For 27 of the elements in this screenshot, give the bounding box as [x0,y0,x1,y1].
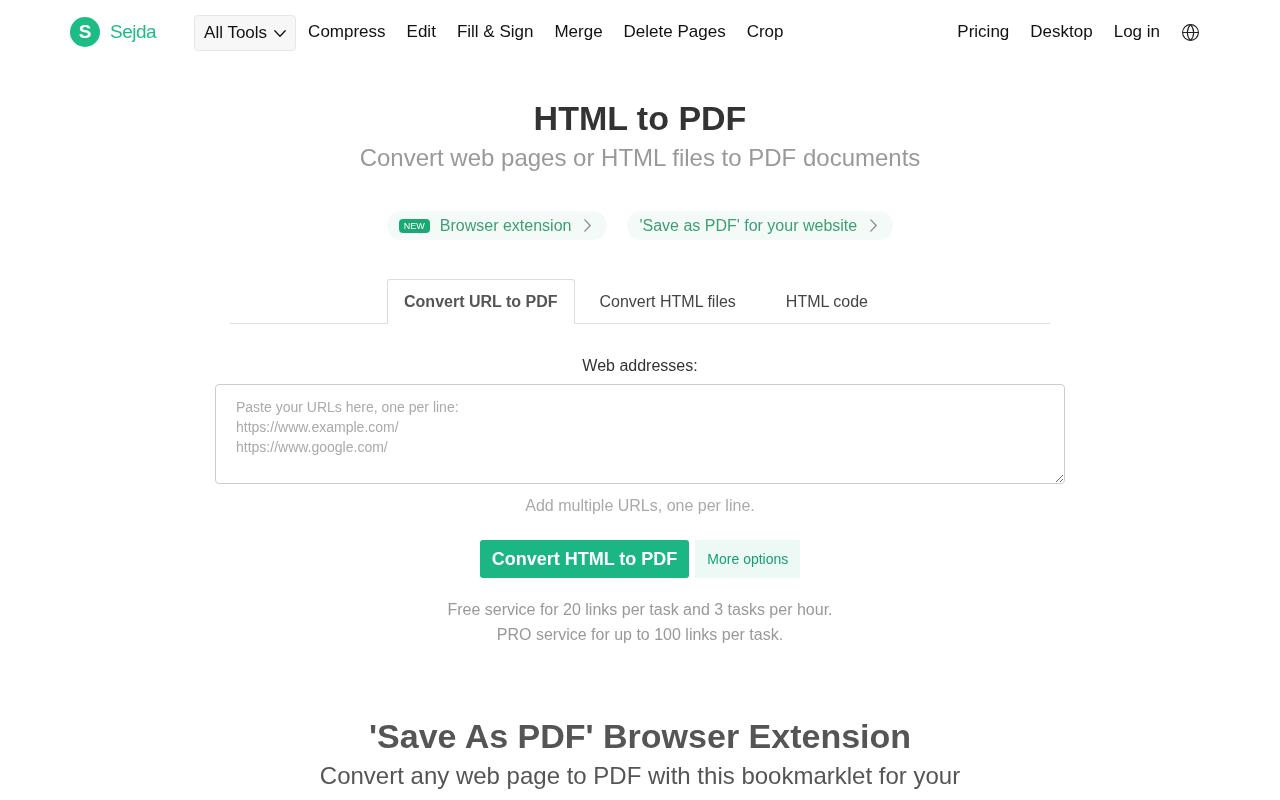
service-note: PRO service for up to 100 links per task. [496,625,784,645]
language-globe-icon[interactable] [1181,22,1200,42]
nav-link[interactable]: Delete Pages [623,19,726,45]
tab[interactable]: HTML code [760,279,893,324]
field-hint: Add multiple URLs, one per line. [525,496,755,516]
nav-link[interactable]: Log in [1113,19,1160,45]
nav-link[interactable]: Compress [308,19,386,45]
nav-link[interactable]: Fill & Sign [456,19,534,45]
section-title: 'Save As PDF' Browser Extension [368,716,912,756]
caret-icon [274,29,287,37]
all-tools-dropdown[interactable]: All Tools [194,15,297,51]
nav-link[interactable]: Pricing [957,19,1010,45]
nav-link[interactable]: Crop [746,19,784,45]
chevron-right-icon [870,219,878,232]
field-label: Web addresses: [582,356,698,376]
page-title: HTML to PDF [533,98,747,138]
urls-textarea[interactable]: Paste your URLs here, one per line: https://www.example.com/ https://www.google.com/ [215,384,1065,484]
nav-link[interactable]: Edit [406,19,436,45]
tab[interactable]: Convert URL to PDF [387,279,575,324]
service-note: Free service for 20 links per task and 3 tasks per hour. [447,600,833,620]
section-subtitle: Convert any web page to PDF with this bookmarklet for your [319,761,961,791]
nav-link[interactable]: Desktop [1030,19,1093,45]
page-subtitle: Convert web pages or HTML files to PDF documents [359,143,921,173]
chevron-right-icon [584,219,592,232]
tab[interactable]: Convert HTML files [574,279,761,324]
new-badge: NEW [398,218,430,233]
nav-link[interactable]: Merge [554,19,603,45]
